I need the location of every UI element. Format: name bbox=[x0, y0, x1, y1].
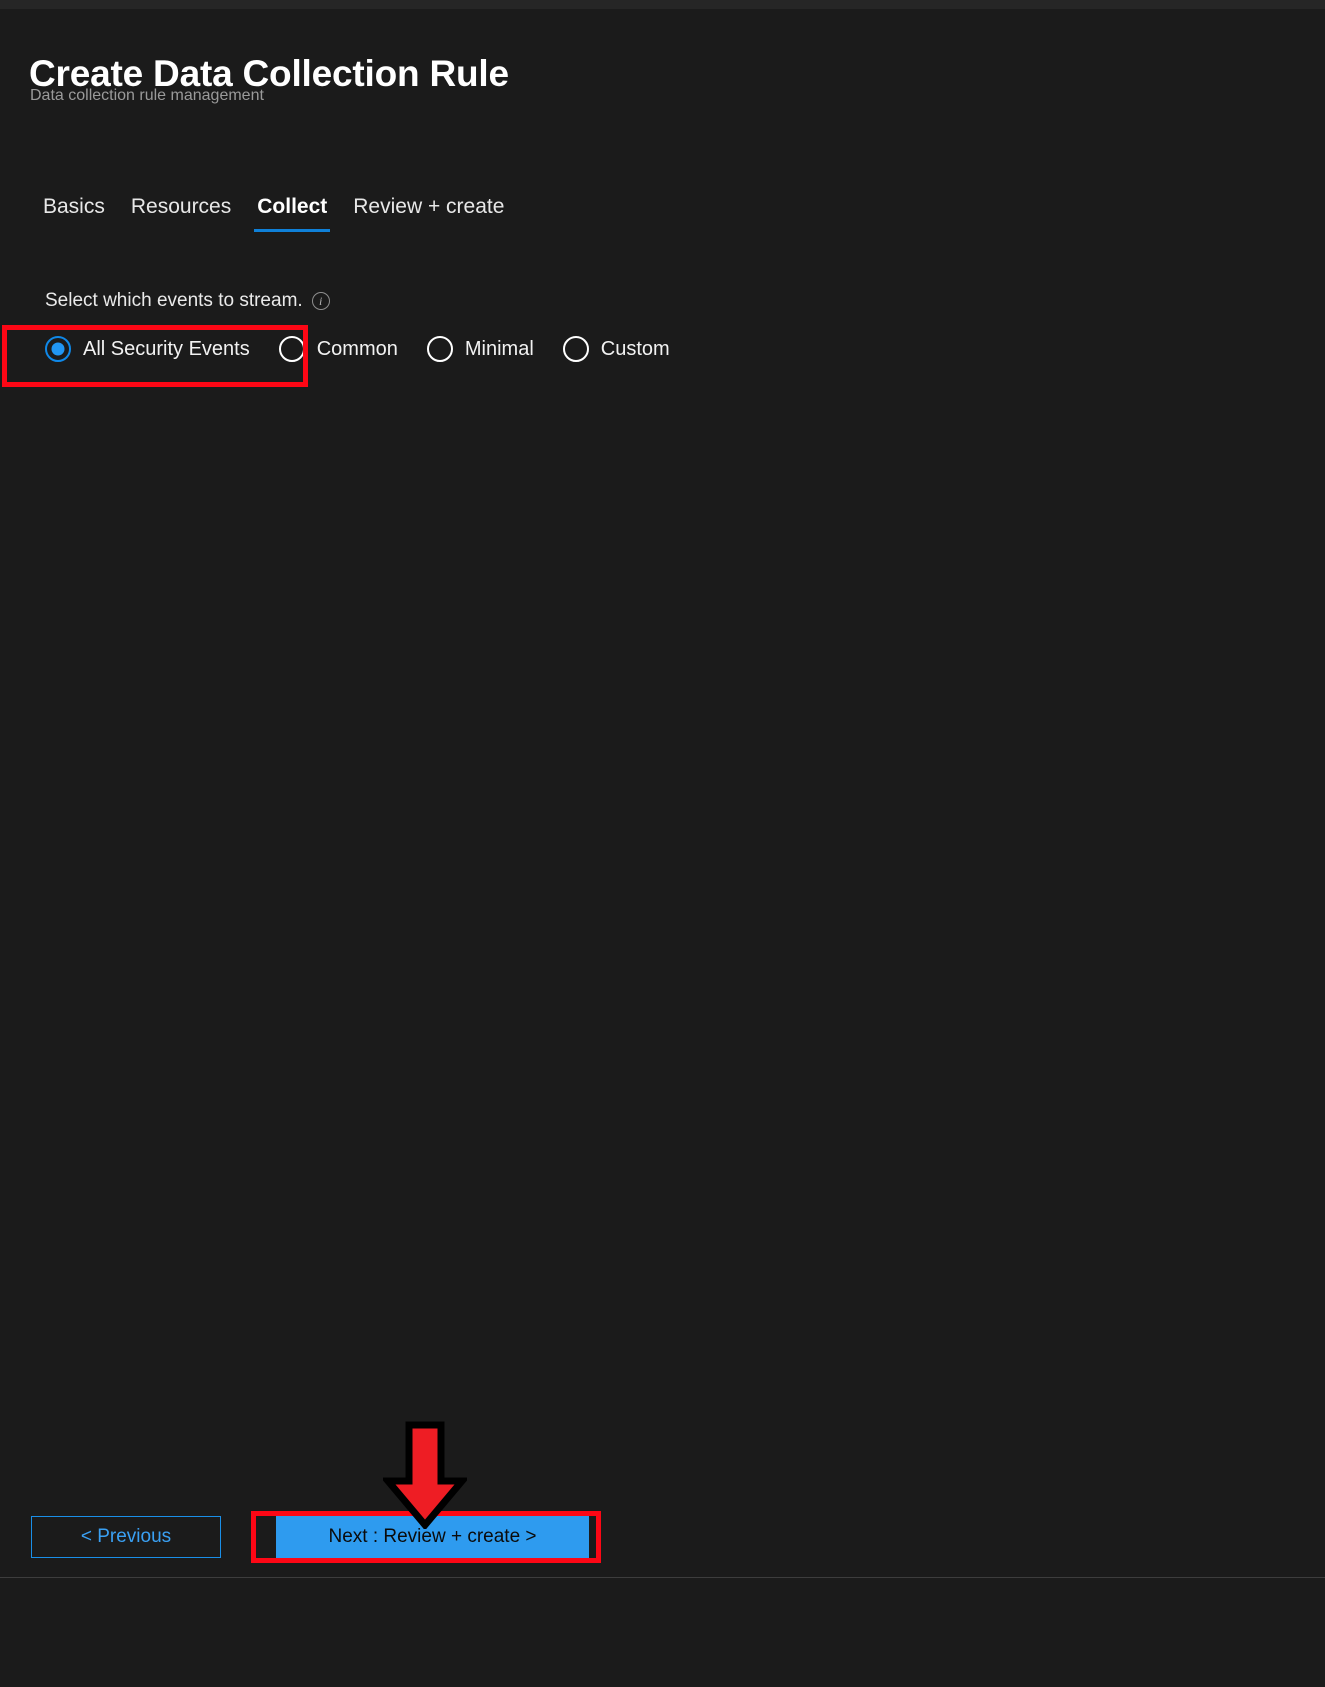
page-subtitle: Data collection rule management bbox=[30, 87, 264, 104]
tab-basics[interactable]: Basics bbox=[30, 184, 118, 230]
event-stream-radio-group: All Security Events Common Minimal Custo… bbox=[45, 336, 670, 362]
radio-custom[interactable]: Custom bbox=[562, 336, 670, 362]
stream-events-instruction: Select which events to stream. i bbox=[45, 290, 330, 312]
tab-collect-label: Collect bbox=[257, 195, 328, 218]
radio-label-custom: Custom bbox=[600, 337, 670, 360]
previous-button[interactable]: < Previous bbox=[31, 1516, 221, 1558]
radio-mark-common bbox=[278, 336, 305, 362]
tab-review-create-label: Review + create bbox=[353, 195, 505, 218]
radio-label-all-security-events: All Security Events bbox=[83, 337, 250, 360]
radio-all-security-events[interactable]: All Security Events bbox=[45, 336, 250, 362]
radio-mark-all-security-events bbox=[45, 336, 71, 362]
radio-label-minimal: Minimal bbox=[464, 337, 534, 360]
next-review-create-button[interactable]: Next : Review + create > bbox=[276, 1516, 589, 1558]
create-data-collection-rule-blade: Create Data Collection Rule Data collect… bbox=[0, 9, 1325, 1687]
radio-mark-custom bbox=[562, 336, 589, 362]
tab-basics-label: Basics bbox=[43, 195, 105, 218]
info-icon[interactable]: i bbox=[311, 292, 330, 310]
tab-resources[interactable]: Resources bbox=[118, 184, 244, 230]
tab-resources-label: Resources bbox=[130, 195, 232, 218]
tab-collect[interactable]: Collect bbox=[244, 184, 340, 232]
annotation-down-arrow-icon bbox=[383, 1421, 467, 1529]
wizard-tab-bar: Basics Resources Collect Review + create bbox=[30, 184, 517, 239]
radio-minimal[interactable]: Minimal bbox=[426, 336, 534, 362]
tab-review-create[interactable]: Review + create bbox=[340, 184, 517, 230]
stream-events-instruction-label: Select which events to stream. bbox=[45, 290, 303, 311]
radio-label-common: Common bbox=[316, 337, 398, 360]
radio-common[interactable]: Common bbox=[278, 336, 398, 362]
radio-mark-minimal bbox=[426, 336, 453, 362]
wizard-footer bbox=[0, 1578, 1325, 1687]
window-top-chrome-strip bbox=[0, 0, 1325, 9]
